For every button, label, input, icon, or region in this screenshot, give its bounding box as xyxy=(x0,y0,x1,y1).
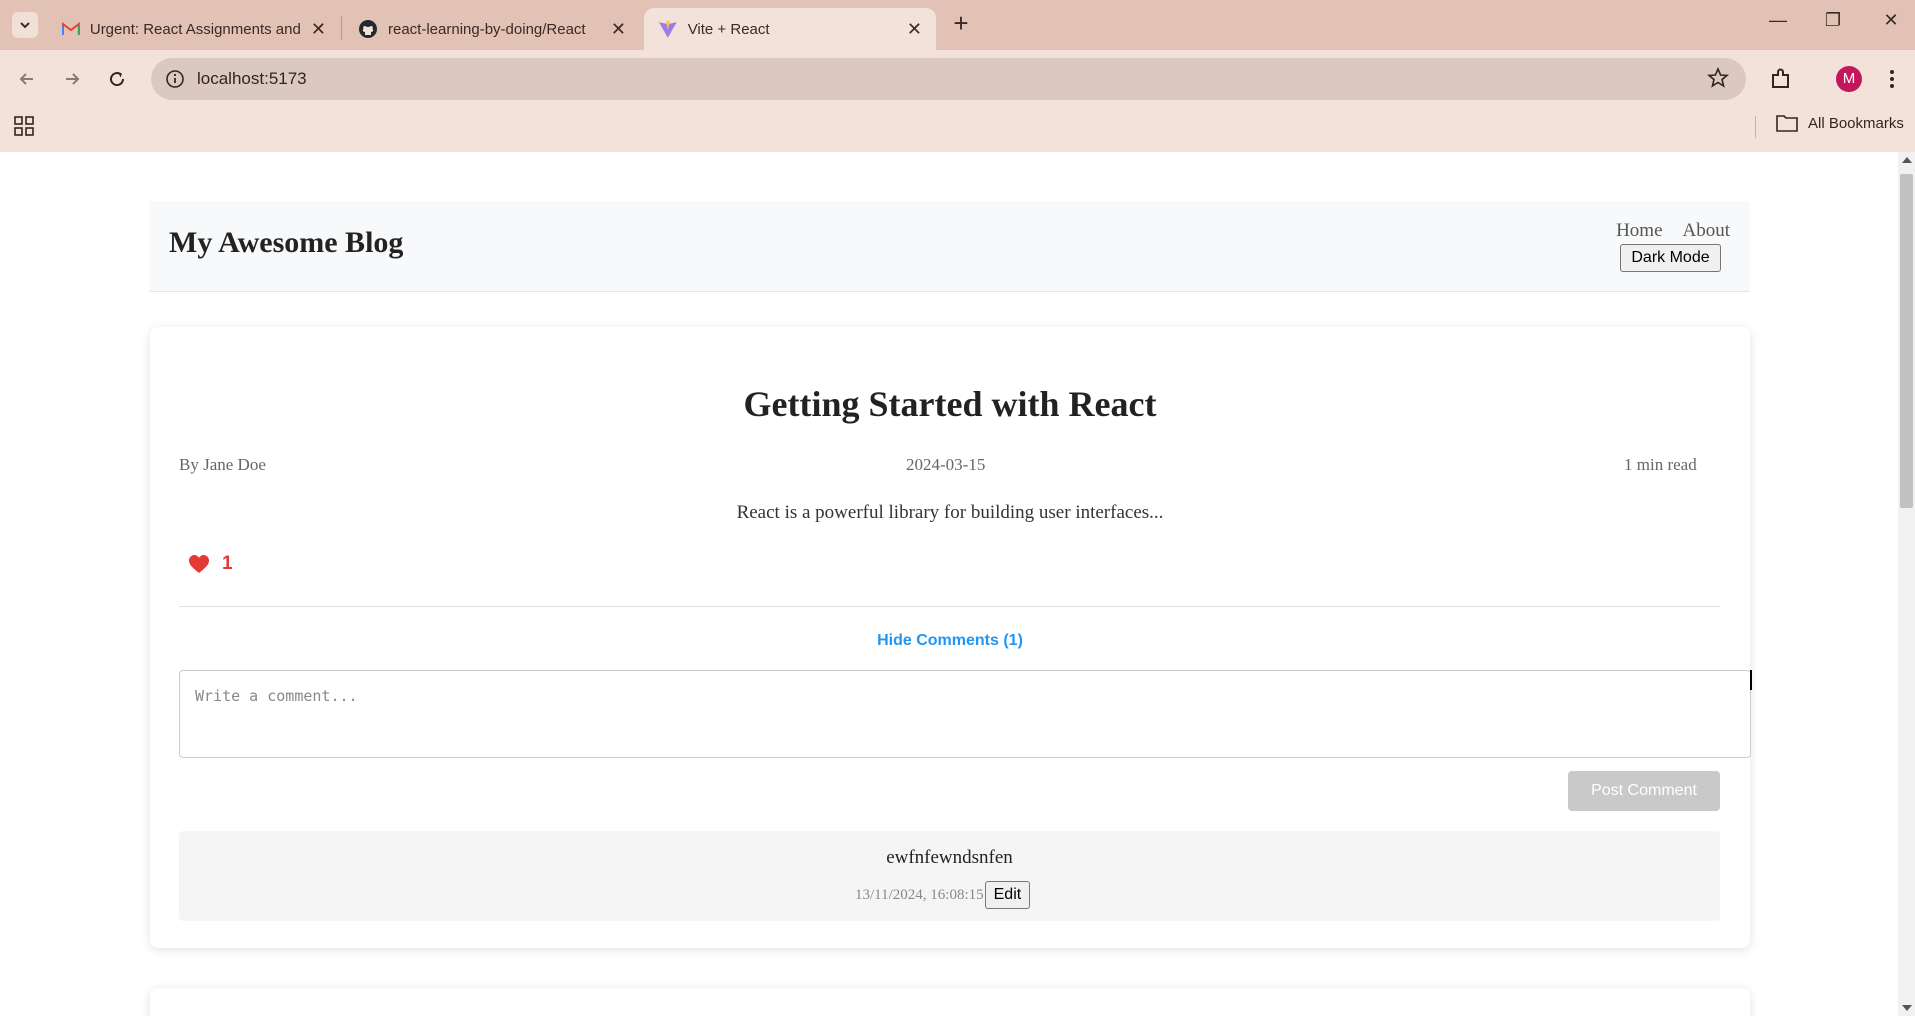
reload-icon xyxy=(110,72,125,87)
arrow-left-icon xyxy=(19,73,33,85)
site-title: My Awesome Blog xyxy=(169,226,404,259)
minimize-icon[interactable]: — xyxy=(1758,10,1798,31)
info-icon[interactable] xyxy=(163,67,187,91)
comment-input[interactable]: Write a comment... xyxy=(179,670,1751,758)
comment-timestamp: 13/11/2024, 16:08:15 xyxy=(855,886,984,903)
heart-icon xyxy=(189,555,209,573)
post-author: By Jane Doe xyxy=(179,455,266,474)
window-close-icon[interactable]: ✕ xyxy=(1871,10,1911,31)
post-date: 2024-03-15 xyxy=(906,455,986,474)
forward-button[interactable] xyxy=(57,64,87,94)
scrollbar-thumb[interactable] xyxy=(1900,174,1913,508)
nav-link-about[interactable]: About xyxy=(1683,220,1731,242)
browser-tab-github[interactable]: react-learning-by-doing/React ✕ xyxy=(344,8,640,50)
page-scrollbar[interactable] xyxy=(1898,152,1915,1016)
tab-title: Vite + React xyxy=(687,20,770,38)
reload-button[interactable] xyxy=(102,64,132,94)
extensions-icon[interactable] xyxy=(1768,66,1794,92)
scroll-down-icon[interactable] xyxy=(1902,1005,1912,1011)
close-icon[interactable]: ✕ xyxy=(907,20,922,38)
github-icon xyxy=(359,20,377,38)
folder-icon xyxy=(1776,115,1798,132)
post-card: Getting Started with React By Jane Doe 2… xyxy=(150,327,1752,948)
address-bar[interactable]: localhost:5173 xyxy=(151,58,1746,100)
close-icon[interactable]: ✕ xyxy=(611,20,626,38)
new-tab-button[interactable]: + xyxy=(950,10,972,36)
close-icon[interactable]: ✕ xyxy=(311,20,326,38)
bookmarks-separator xyxy=(1755,116,1756,138)
arrow-right-icon xyxy=(66,73,80,85)
tab-title: Urgent: React Assignments and xyxy=(89,20,301,38)
tab-title: react-learning-by-doing/React xyxy=(388,20,586,38)
post-comment-button[interactable]: Post Comment xyxy=(1568,771,1720,811)
next-post-card xyxy=(150,988,1750,1016)
tab-strip: Urgent: React Assignments and ✕ react-le… xyxy=(0,0,1915,50)
comment-text: ewfnfewndsnfen xyxy=(886,847,1013,868)
resize-caret xyxy=(1750,670,1752,690)
site-nav: Home About xyxy=(1616,220,1730,242)
gmail-icon xyxy=(62,22,80,35)
all-bookmarks-button[interactable]: All Bookmarks xyxy=(1776,114,1904,132)
like-count: 1 xyxy=(222,553,233,574)
divider xyxy=(179,606,1720,607)
star-icon[interactable] xyxy=(1706,66,1730,90)
post-read-time: 1 min read xyxy=(1624,455,1697,474)
comment-meta: 13/11/2024, 16:08:15 Edit xyxy=(855,881,1031,909)
post-excerpt: React is a powerful library for building… xyxy=(736,502,1164,523)
page-viewport: My Awesome Blog Home About Dark Mode Get… xyxy=(0,152,1898,1016)
like-button[interactable]: 1 xyxy=(188,553,233,575)
more-vert-icon[interactable] xyxy=(1884,66,1900,92)
toggle-comments-button[interactable]: Hide Comments (1) xyxy=(150,632,1750,650)
restore-icon[interactable]: ❐ xyxy=(1813,10,1853,31)
tab-separator xyxy=(341,16,342,40)
scroll-up-icon[interactable] xyxy=(1902,157,1912,163)
url-text: localhost:5173 xyxy=(197,69,307,88)
avatar[interactable]: M xyxy=(1836,66,1862,92)
dark-mode-button[interactable]: Dark Mode xyxy=(1620,244,1721,272)
chevron-down-icon xyxy=(20,22,30,29)
comment-item: ewfnfewndsnfen 13/11/2024, 16:08:15 Edit xyxy=(179,831,1720,921)
post-title: Getting Started with React xyxy=(743,384,1157,424)
edit-comment-button[interactable]: Edit xyxy=(984,881,1031,909)
all-bookmarks-label: All Bookmarks xyxy=(1808,114,1904,132)
browser-tab-gmail[interactable]: Urgent: React Assignments and ✕ xyxy=(48,8,340,50)
apps-grid-icon[interactable] xyxy=(14,116,34,136)
vite-icon xyxy=(658,21,677,38)
browser-toolbar: localhost:5173 M All Bookmarks xyxy=(0,50,1915,158)
tab-search-button[interactable] xyxy=(12,12,38,38)
site-header: My Awesome Blog Home About Dark Mode xyxy=(150,201,1750,292)
nav-link-home[interactable]: Home xyxy=(1616,220,1662,242)
browser-tab-vite[interactable]: Vite + React ✕ xyxy=(644,8,936,50)
back-button[interactable] xyxy=(12,64,42,94)
